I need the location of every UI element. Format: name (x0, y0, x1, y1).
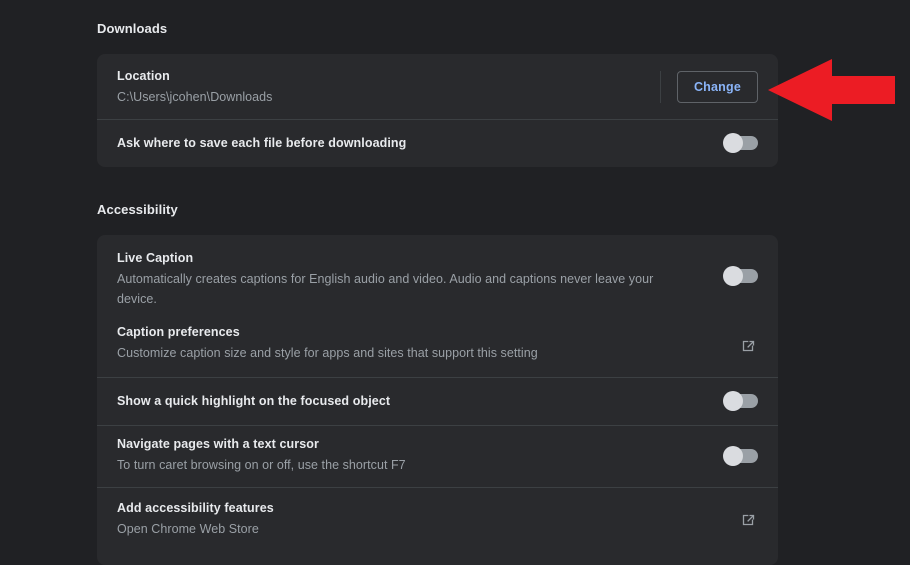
setting-row-ask-where-to-save[interactable]: Ask where to save each file before downl… (97, 119, 778, 167)
accessibility-settings-card: Live Caption Automatically creates capti… (97, 235, 778, 565)
open-in-new-icon[interactable] (740, 511, 758, 529)
setting-label-caption-preferences: Caption preferences (117, 325, 240, 339)
section-heading-accessibility: Accessibility (97, 202, 178, 217)
setting-row-action (723, 391, 758, 411)
setting-row-action: Change (659, 70, 758, 103)
change-download-location-button[interactable]: Change (676, 70, 758, 103)
setting-row-download-location: Location C:\Users\jcohen\Downloads Chang… (97, 54, 778, 119)
setting-label-caret-browsing: Navigate pages with a text cursor (117, 437, 319, 451)
toggle-ask-where-to-save[interactable] (723, 133, 758, 153)
setting-row-action (723, 133, 758, 153)
section-heading-downloads: Downloads (97, 21, 168, 36)
setting-row-action (740, 337, 758, 355)
downloads-settings-card: Location C:\Users\jcohen\Downloads Chang… (97, 54, 778, 167)
setting-row-text: Navigate pages with a text cursor To tur… (117, 435, 724, 475)
setting-row-action (740, 511, 758, 529)
setting-label-live-caption: Live Caption (117, 251, 194, 265)
setting-row-text: Add accessibility features Open Chrome W… (117, 499, 740, 539)
setting-description-caret-browsing: To turn caret browsing on or off, use th… (117, 458, 406, 472)
setting-label-location: Location (117, 68, 170, 83)
setting-description-caption-preferences: Customize caption size and style for app… (117, 346, 538, 360)
setting-row-text: Show a quick highlight on the focused ob… (117, 392, 724, 410)
annotation-arrow-left-icon (766, 57, 896, 123)
toggle-knob (723, 391, 743, 411)
toggle-knob (723, 266, 743, 286)
setting-row-focus-highlight[interactable]: Show a quick highlight on the focused ob… (97, 377, 778, 425)
setting-description-live-caption: Automatically creates captions for Engli… (117, 272, 654, 306)
setting-row-caption-preferences[interactable]: Caption preferences Customize caption si… (97, 319, 778, 377)
setting-row-caret-browsing[interactable]: Navigate pages with a text cursor To tur… (97, 425, 778, 487)
setting-description-add-accessibility-features: Open Chrome Web Store (117, 522, 259, 536)
setting-row-action (723, 446, 758, 466)
toggle-focus-highlight[interactable] (723, 391, 758, 411)
setting-row-text: Ask where to save each file before downl… (117, 134, 724, 152)
setting-row-text: Caption preferences Customize caption si… (117, 323, 740, 363)
setting-label-ask-where-to-save: Ask where to save each file before downl… (117, 136, 407, 150)
vertical-divider (659, 70, 661, 103)
setting-value-download-path: C:\Users\jcohen\Downloads (117, 89, 273, 104)
setting-row-text: Location C:\Users\jcohen\Downloads (117, 67, 660, 107)
setting-row-add-accessibility-features[interactable]: Add accessibility features Open Chrome W… (97, 487, 778, 547)
setting-row-live-caption[interactable]: Live Caption Automatically creates capti… (97, 235, 778, 319)
setting-label-focus-highlight: Show a quick highlight on the focused ob… (117, 394, 391, 408)
open-in-new-icon[interactable] (740, 337, 758, 355)
toggle-knob (723, 446, 743, 466)
setting-row-action (723, 266, 758, 286)
setting-row-text: Live Caption Automatically creates capti… (117, 249, 724, 309)
toggle-caret-browsing[interactable] (723, 446, 758, 466)
setting-label-add-accessibility-features: Add accessibility features (117, 501, 274, 515)
toggle-knob (723, 133, 743, 153)
toggle-live-caption[interactable] (723, 266, 758, 286)
settings-page: Downloads Location C:\Users\jcohen\Downl… (0, 0, 910, 565)
